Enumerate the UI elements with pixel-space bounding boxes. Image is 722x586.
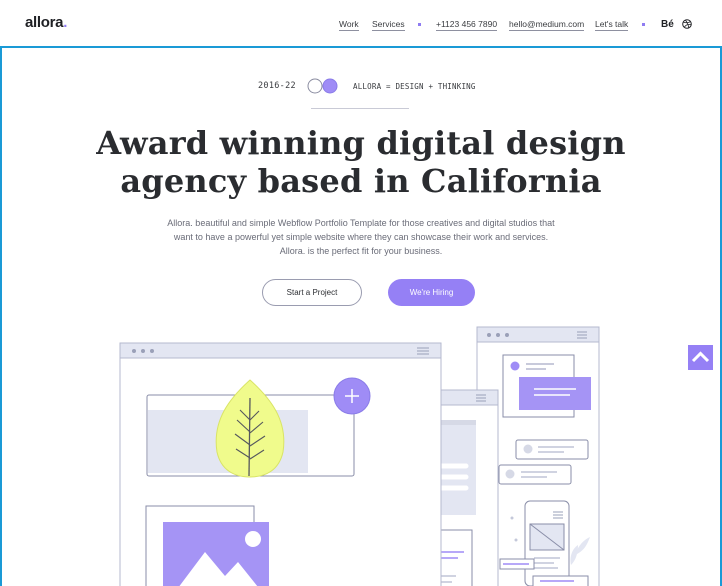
page-title: Award winning digital design agency base… — [61, 124, 661, 200]
dribbble-icon[interactable] — [682, 19, 692, 29]
chevron-up-icon — [691, 351, 710, 363]
hero-illustration — [119, 326, 600, 586]
nav-separator-dot — [418, 23, 421, 26]
main-window — [119, 342, 442, 586]
nav-services[interactable]: Services — [372, 19, 405, 31]
title-line-1: Award winning digital design — [96, 124, 626, 162]
divider — [311, 108, 409, 109]
tagline: ALLORA = DESIGN + THINKING — [353, 82, 476, 91]
hiring-button[interactable]: We're Hiring — [388, 279, 475, 306]
nav-phone[interactable]: +1123 456 7890 — [436, 19, 498, 31]
nav-lets-talk[interactable]: Let's talk — [595, 19, 629, 31]
hero-description: Allora. beautiful and simple Webflow Por… — [167, 218, 555, 256]
behance-icon[interactable]: Bé — [661, 19, 674, 30]
nav-separator-dot — [642, 23, 645, 26]
title-line-2: agency based in California — [120, 162, 602, 200]
scroll-top-button[interactable] — [688, 345, 713, 370]
nav-work[interactable]: Work — [339, 19, 359, 31]
brand-logo[interactable]: allora. — [25, 14, 67, 31]
start-project-button[interactable]: Start a Project — [262, 279, 362, 306]
middle-window — [433, 389, 499, 586]
toggle-icon — [307, 78, 338, 94]
nav-email[interactable]: hello@medium.com — [509, 19, 585, 31]
years-label: 2016-22 — [258, 81, 296, 91]
site-header: allora. Work Services +1123 456 7890 hel… — [0, 0, 722, 48]
